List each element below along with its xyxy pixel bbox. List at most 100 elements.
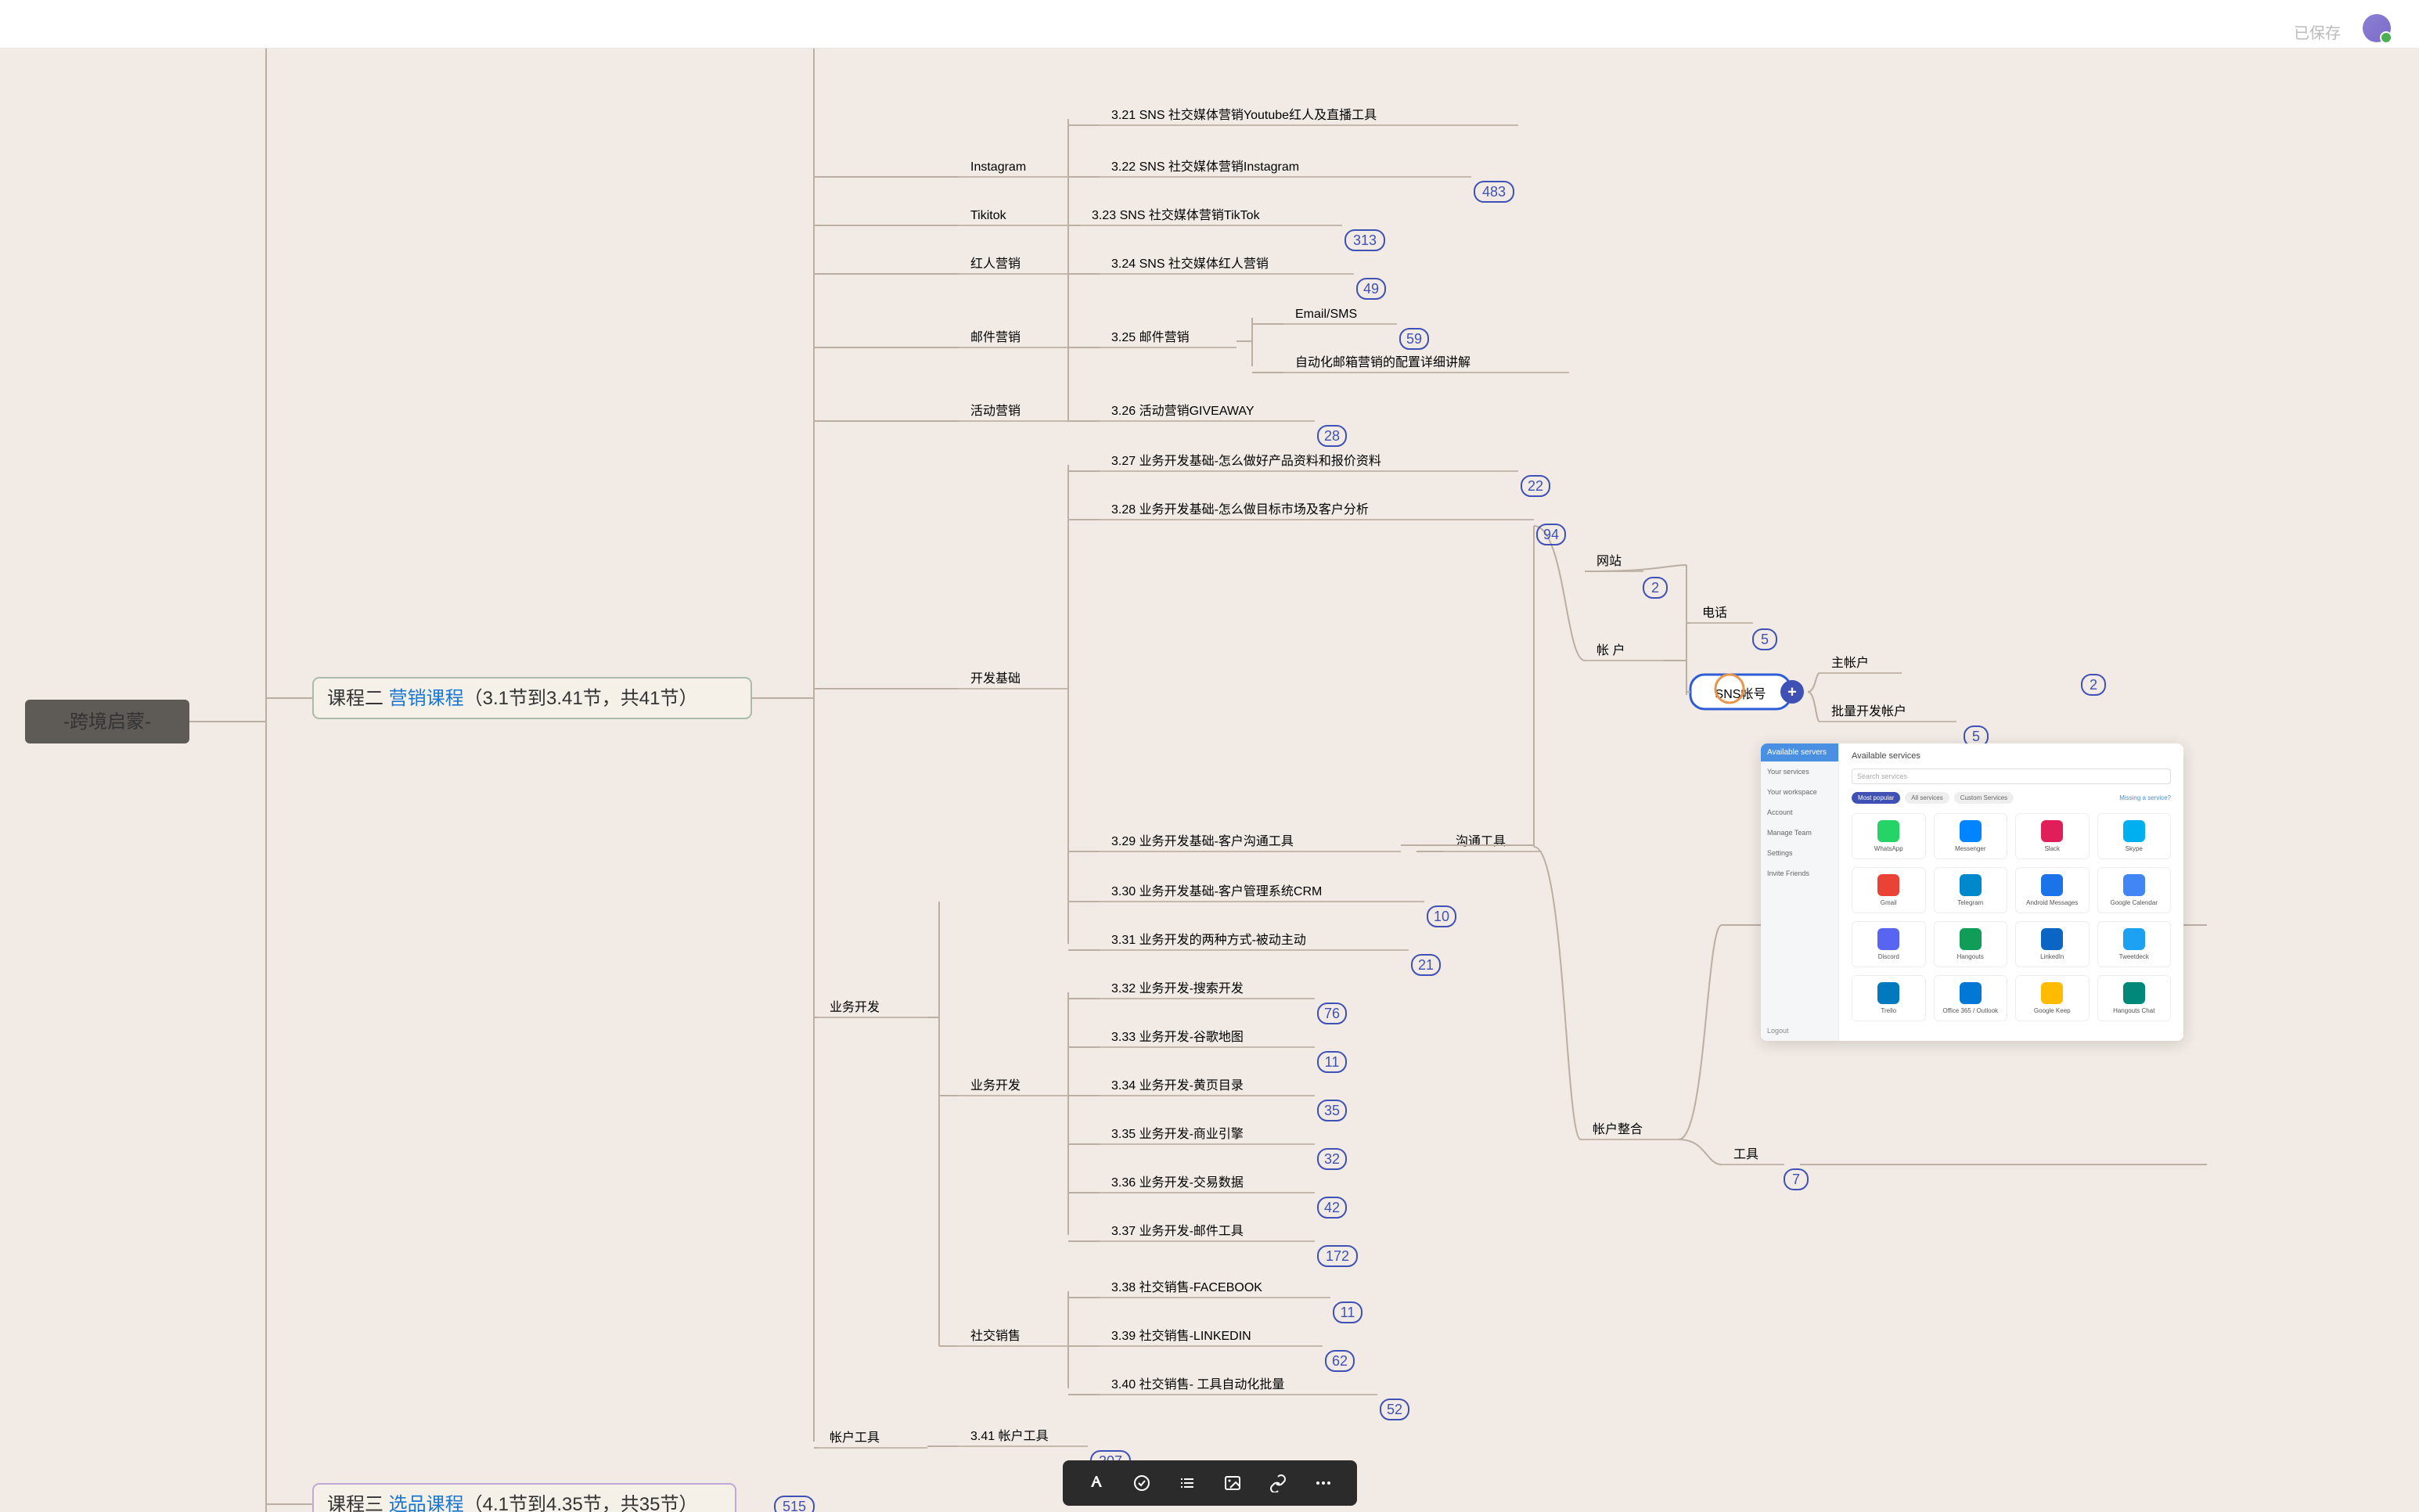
save-status: 已保存 <box>2294 20 2341 43</box>
item-n338[interactable]: 3.38 社交销售-FACEBOOK <box>1100 1280 1330 1298</box>
svg-text:主帐户: 主帐户 <box>1831 656 1869 670</box>
badge-acct-main: 2 <box>2082 675 2105 695</box>
svg-text:Instagram: Instagram <box>970 160 1026 174</box>
link-button[interactable] <box>1266 1471 1290 1495</box>
svg-text:5: 5 <box>1761 632 1769 647</box>
item-n324[interactable]: 3.24 SNS 社交媒体红人营销 <box>1100 257 1354 274</box>
svg-text:52: 52 <box>1387 1402 1402 1417</box>
thumb-side-2: Account <box>1761 802 1838 823</box>
svg-text:3.30 业务开发基础-客户管理系统CRM: 3.30 业务开发基础-客户管理系统CRM <box>1111 884 1322 898</box>
item-n329[interactable]: 3.29 业务开发基础-客户沟通工具 <box>1100 834 1401 851</box>
course2-node[interactable]: 课程二 营销课程（3.1节到3.41节，共41节） <box>313 678 751 718</box>
l2-biz-dev[interactable]: 业务开发 <box>959 1078 1068 1096</box>
item-n328[interactable]: 3.28 业务开发基础-怎么做目标市场及客户分析 <box>1100 502 1534 520</box>
thumb-app-3: Skype <box>2097 813 2172 859</box>
badge-n333: 11 <box>1318 1052 1346 1072</box>
thumb-app-2: Slack <box>2015 813 2090 859</box>
more-button[interactable] <box>1312 1471 1335 1495</box>
item-n325a[interactable]: Email/SMS <box>1283 308 1397 324</box>
acct-batch[interactable]: 批量开发帐户 <box>1820 704 1956 722</box>
l2-acct-tool[interactable]: 帐户工具 <box>818 1431 927 1448</box>
thumb-chip-1: All services <box>1905 792 1949 804</box>
svg-text:沟通工具: 沟通工具 <box>1456 834 1506 848</box>
acct-main[interactable]: 主帐户 <box>1820 656 1902 673</box>
list-button[interactable] <box>1175 1471 1199 1495</box>
badge-n336: 42 <box>1318 1197 1346 1218</box>
item-n337[interactable]: 3.37 业务开发-邮件工具 <box>1100 1224 1315 1241</box>
item-n340[interactable]: 3.40 社交销售- 工具自动化批量 <box>1100 1377 1377 1395</box>
item-n332[interactable]: 3.32 业务开发-搜索开发 <box>1100 981 1315 999</box>
user-avatar[interactable] <box>2363 14 2391 42</box>
item-n326[interactable]: 3.26 活动营销GIVEAWAY <box>1100 404 1315 421</box>
root-node[interactable]: -跨境启蒙- <box>25 700 189 743</box>
item-n325[interactable]: 3.25 邮件营销 <box>1100 330 1236 347</box>
l2-activity[interactable]: 活动营销 <box>959 404 1068 421</box>
l2-tikitok[interactable]: Tikitok <box>959 209 1068 225</box>
acct-merge[interactable]: 帐户整合 <box>1581 1122 1679 1139</box>
l2-instagram[interactable]: Instagram <box>959 160 1068 177</box>
item-n334[interactable]: 3.34 业务开发-黄页目录 <box>1100 1078 1315 1096</box>
svg-text:22: 22 <box>1528 478 1543 494</box>
item-n335[interactable]: 3.35 业务开发-商业引擎 <box>1100 1127 1315 1144</box>
l2-hongren[interactable]: 红人营销 <box>959 257 1068 274</box>
thumb-side-3: Manage Team <box>1761 823 1838 843</box>
item-n327[interactable]: 3.27 业务开发基础-怎么做好产品资料和报价资料 <box>1100 454 1518 471</box>
svg-text:开发基础: 开发基础 <box>970 671 1021 686</box>
item-n331[interactable]: 3.31 业务开发的两种方式-被动主动 <box>1100 933 1409 950</box>
svg-text:2: 2 <box>1651 580 1659 596</box>
thumb-main: Available services Search services Most … <box>1839 743 2183 1041</box>
l2-biz-dev-parent[interactable]: 业务开发 <box>818 1000 927 1017</box>
item-n339[interactable]: 3.39 社交销售-LINKEDIN <box>1100 1329 1323 1346</box>
svg-text:3.35 业务开发-商业引擎: 3.35 业务开发-商业引擎 <box>1111 1127 1244 1141</box>
item-n323[interactable]: 3.23 SNS 社交媒体营销TikTok <box>1080 208 1342 225</box>
badge-n328: 94 <box>1537 524 1565 545</box>
svg-text:业务开发: 业务开发 <box>970 1078 1021 1093</box>
item-n322[interactable]: 3.22 SNS 社交媒体营销Instagram <box>1100 160 1471 177</box>
item-n336[interactable]: 3.36 业务开发-交易数据 <box>1100 1175 1315 1193</box>
course3-node[interactable]: 课程三 选品课程（4.1节到4.35节，共35节） <box>313 1484 736 1512</box>
svg-text:3.23 SNS 社交媒体营销TikTok: 3.23 SNS 社交媒体营销TikTok <box>1092 208 1261 222</box>
l2-dev-basic[interactable]: 开发基础 <box>959 671 1068 689</box>
svg-text:社交销售: 社交销售 <box>970 1329 1021 1343</box>
thumb-filters: Most popular All services Custom Service… <box>1852 792 2171 804</box>
l2-social-sale[interactable]: 社交销售 <box>959 1329 1068 1346</box>
badge-n335: 32 <box>1318 1149 1346 1169</box>
item-n321[interactable]: 3.21 SNS 社交媒体营销Youtube红人及直播工具 <box>1100 108 1518 125</box>
thumb-sidebar: Available servers Your servicesYour work… <box>1761 743 1839 1041</box>
acct-root[interactable]: 帐 户 <box>1585 643 1663 661</box>
l2-email[interactable]: 邮件营销 <box>959 330 1068 347</box>
item-n341[interactable]: 3.41 帐户工具 <box>959 1429 1088 1446</box>
image-button[interactable] <box>1221 1471 1244 1495</box>
thumb-app-7: Google Calendar <box>2097 867 2172 913</box>
course2-prefix: 课程二 <box>327 688 389 709</box>
badge-course3: 515 <box>775 1496 814 1512</box>
acct-phone[interactable]: 电话 <box>1690 606 1753 623</box>
svg-text:515: 515 <box>783 1499 806 1512</box>
svg-text:49: 49 <box>1363 281 1379 297</box>
svg-text:帐 户: 帐 户 <box>1596 643 1625 657</box>
svg-text:3.29 业务开发基础-客户沟通工具: 3.29 业务开发基础-客户沟通工具 <box>1111 834 1294 848</box>
acct-website[interactable]: 网站 <box>1585 554 1643 571</box>
svg-text:3.40 社交销售- 工具自动化批量: 3.40 社交销售- 工具自动化批量 <box>1111 1377 1284 1391</box>
svg-text:32: 32 <box>1324 1151 1340 1167</box>
thumb-side-1: Your workspace <box>1761 782 1838 802</box>
add-child-button[interactable]: + <box>1780 680 1804 704</box>
svg-text:3.21 SNS 社交媒体营销Youtube红人及直播工具: 3.21 SNS 社交媒体营销Youtube红人及直播工具 <box>1111 108 1377 122</box>
item-n333[interactable]: 3.33 业务开发-谷歌地图 <box>1100 1030 1315 1047</box>
item-n325b[interactable]: 自动化邮箱营销的配置详细讲解 <box>1283 355 1569 373</box>
svg-text:批量开发帐户: 批量开发帐户 <box>1831 704 1906 718</box>
svg-text:11: 11 <box>1325 1054 1340 1070</box>
thumb-app-4: Gmail <box>1852 867 1926 913</box>
svg-text:3.24 SNS 社交媒体红人营销: 3.24 SNS 社交媒体红人营销 <box>1111 257 1269 271</box>
font-style-button[interactable] <box>1085 1471 1108 1495</box>
svg-text:3.33 业务开发-谷歌地图: 3.33 业务开发-谷歌地图 <box>1111 1030 1244 1044</box>
svg-text:5: 5 <box>1972 729 1980 744</box>
checkmark-button[interactable] <box>1130 1471 1154 1495</box>
thumb-sidebar-header: Available servers <box>1761 743 1838 761</box>
header-bar: 已保存 <box>0 0 2419 49</box>
acct-tool[interactable]: 工具 <box>1722 1148 1784 1165</box>
item-n329sub[interactable]: 沟通工具 <box>1444 834 1542 851</box>
item-n330[interactable]: 3.30 业务开发基础-客户管理系统CRM <box>1100 884 1424 902</box>
svg-text:3.34 业务开发-黄页目录: 3.34 业务开发-黄页目录 <box>1111 1078 1244 1093</box>
svg-text:网站: 网站 <box>1596 554 1622 568</box>
